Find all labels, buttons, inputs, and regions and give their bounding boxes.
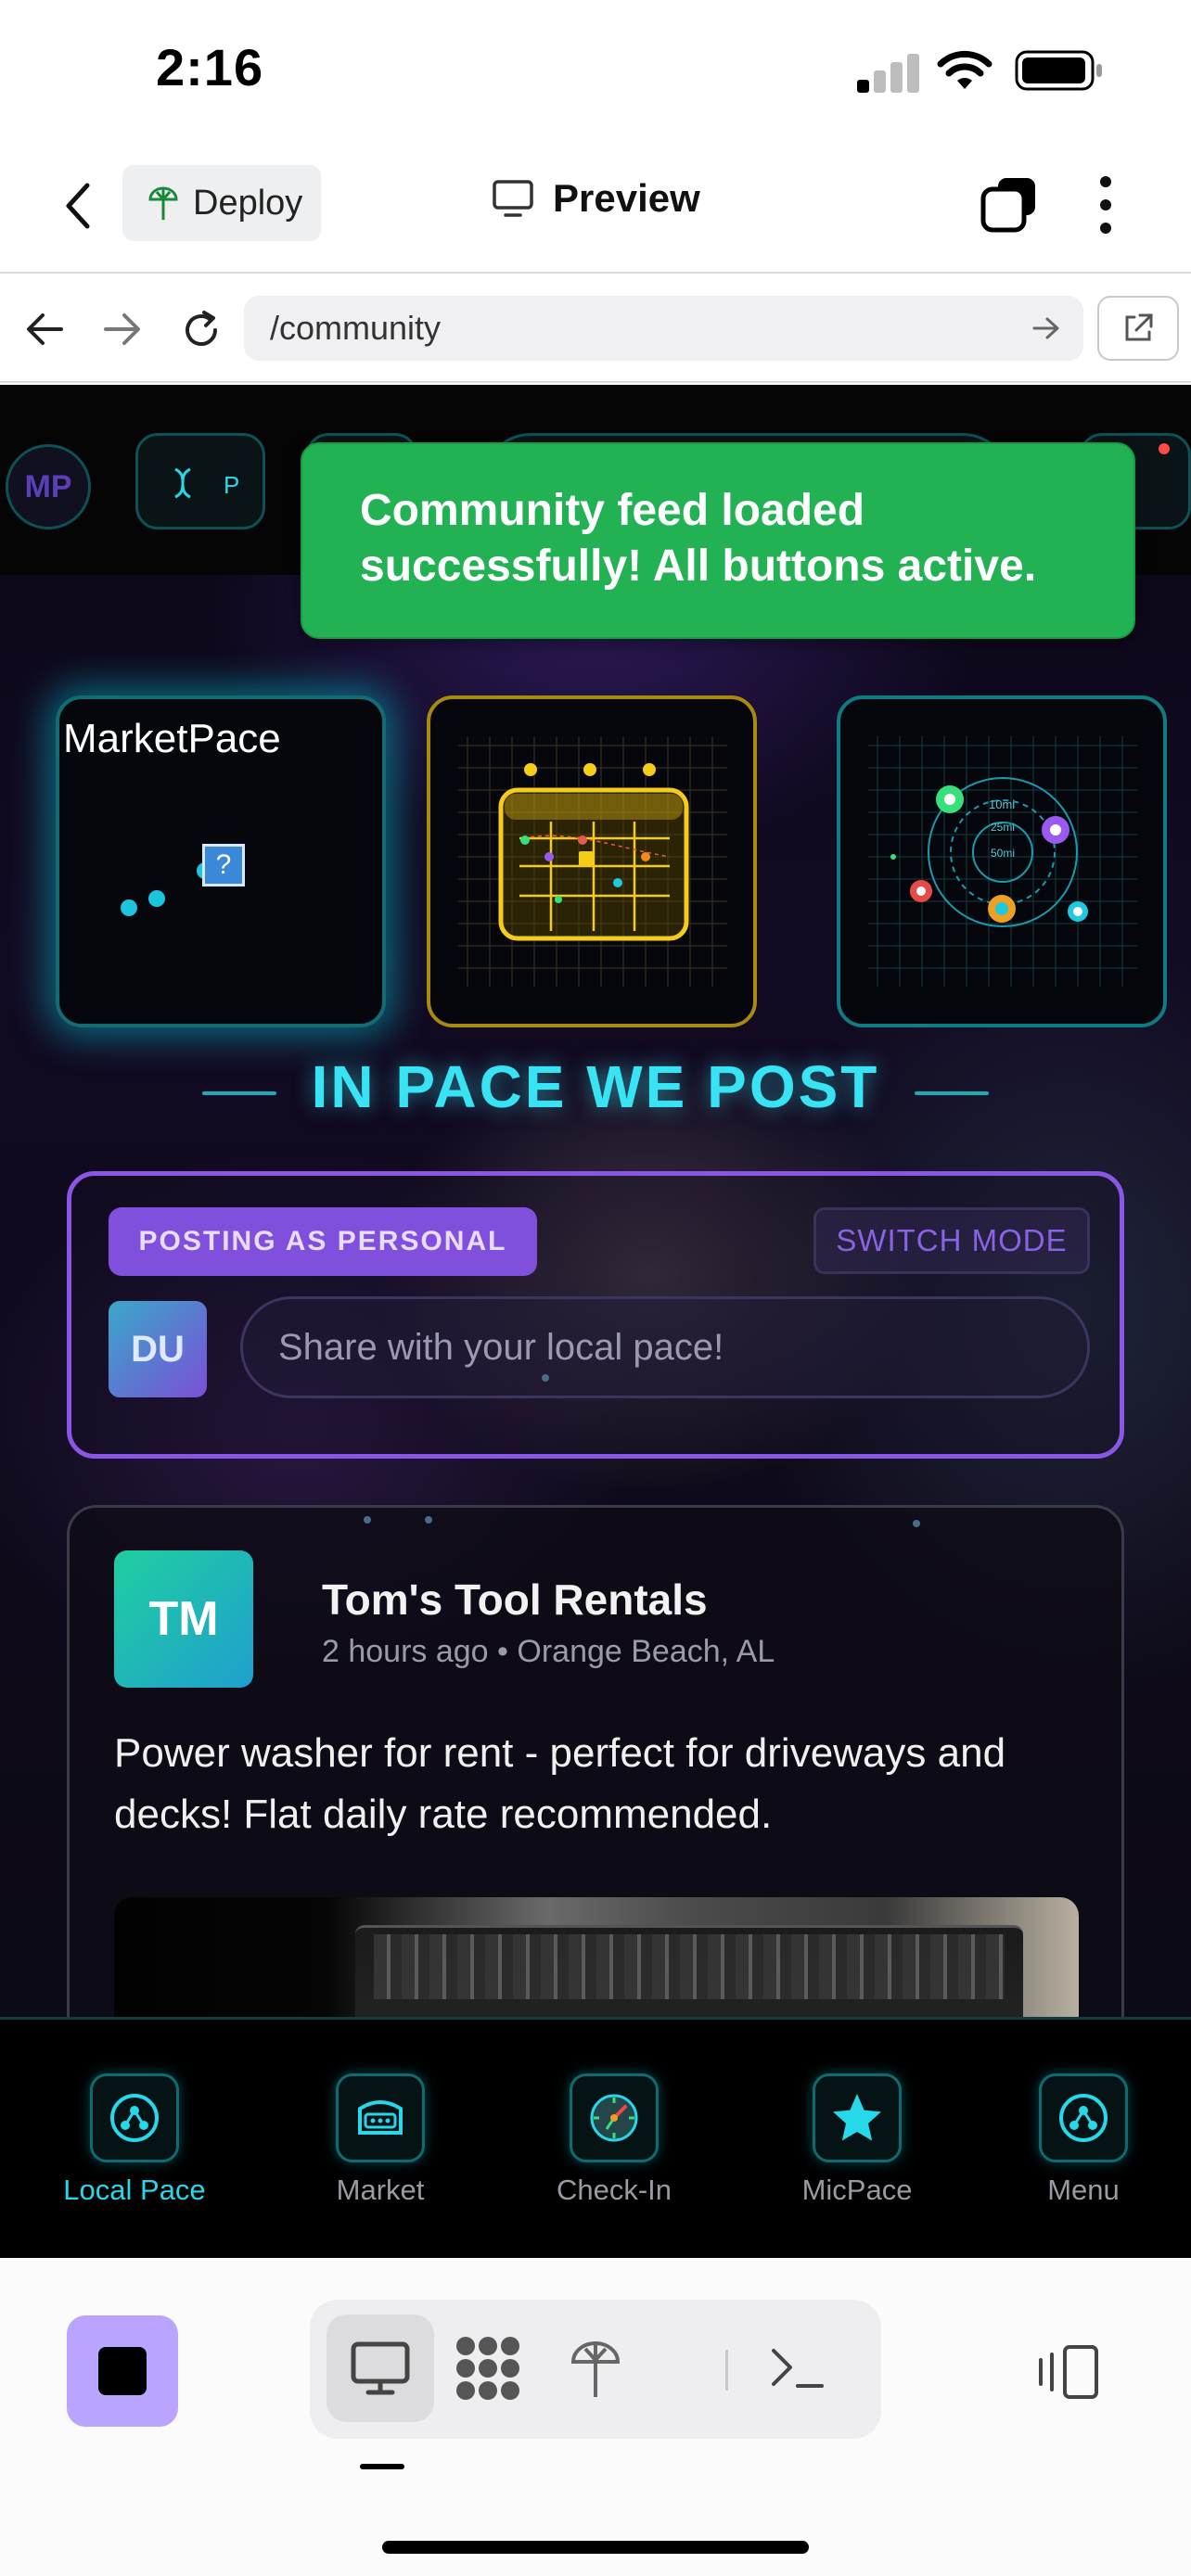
back-chevron-icon[interactable] [59,178,96,234]
network-icon [1039,2073,1128,2162]
logo-badge[interactable]: MP [6,444,91,529]
notification-dot [1159,443,1170,454]
console-view-button[interactable] [744,2315,852,2422]
tab-menu[interactable]: Menu [991,2073,1176,2207]
post-author[interactable]: Tom's Tool Rentals [322,1575,708,1625]
network-icon [90,2073,179,2162]
status-time: 2:16 [156,38,264,96]
post-location: Orange Beach, AL [517,1634,775,1669]
deploy-icon [148,186,178,220]
go-arrow-icon[interactable] [1032,316,1060,340]
reload-icon[interactable] [178,307,224,353]
nav-pill-button[interactable]: P [135,433,265,529]
browser-bar: /community [0,274,1191,383]
web-content: MP P Community feed loaded successfully!… [0,385,1191,2017]
storefront-icon [336,2073,425,2162]
share-input[interactable]: Share with your local pace! [240,1296,1090,1398]
particle-dot [364,1516,371,1524]
nav-pill-letter: P [224,471,240,499]
posting-mode-badge: POSTING AS PERSONAL [109,1207,537,1276]
url-field[interactable]: /community [244,296,1083,361]
post-time: 2 hours ago [322,1634,489,1669]
meta-separator: • [497,1634,518,1669]
deploy-view-button[interactable] [542,2315,649,2422]
toast-text: Community feed loaded successfully! All … [360,486,1037,591]
url-text: /community [270,309,442,347]
stop-button[interactable] [67,2315,178,2427]
app-header: Deploy Preview [0,139,1191,274]
monitor-icon [351,2341,410,2395]
help-icon: ? [202,844,245,886]
logo-text: MP [24,469,72,504]
radar-label-25mi: 25mi [991,821,1015,834]
title-divider-right [915,1091,989,1095]
status-bar: 2:16 [0,0,1191,139]
tabs-switcher-icon[interactable] [980,174,1039,234]
post-image[interactable] [114,1897,1079,2017]
glow-dot [121,899,137,916]
toolbar-divider [725,2350,728,2391]
apps-view-button[interactable] [434,2315,542,2422]
bottom-tab-bar: Local Pace Market Check-In MicPace Menu [0,2017,1191,2258]
preview-title: Preview [492,176,700,221]
tab-market[interactable]: Market [288,2073,473,2207]
post-meta: 2 hours ago • Orange Beach, AL [322,1634,775,1670]
post-body: Power washer for rent - perfect for driv… [114,1730,1006,1837]
home-indicator [382,2541,809,2554]
signal-icon [857,54,920,93]
monitor-icon [493,180,533,217]
stop-icon [98,2347,147,2395]
tab-local-pace[interactable]: Local Pace [42,2073,227,2207]
preview-label: Preview [553,176,700,220]
tab-label: Menu [1047,2174,1120,2206]
dna-icon [174,467,191,499]
deploy-label: Deploy [193,183,303,223]
calendar-tile[interactable] [427,695,757,1027]
user-avatar: DU [109,1301,207,1397]
wifi-icon [937,50,992,89]
external-link-icon [1125,313,1153,341]
deploy-button[interactable]: Deploy [122,165,321,241]
section-title: IN PACE WE POST [311,1053,880,1120]
terminal-icon [772,2349,824,2388]
battery-icon [1015,50,1102,91]
deploy-icon [570,2341,621,2397]
map-radar-tile[interactable]: 10mi 25mi 50mi [837,695,1167,1027]
particle-dot [913,1520,920,1527]
glow-dot [148,890,165,907]
post-image-toolbar [374,1934,1005,1999]
tab-check-in[interactable]: Check-In [521,2073,707,2207]
radar-label-10mi: 10mi [989,797,1015,811]
marketpace-tile[interactable]: MarketPace ? [56,695,386,1027]
calendar-icon [458,736,727,987]
star-icon [813,2073,902,2162]
workspace-toolbar [0,2258,1191,2576]
preview-view-button[interactable] [327,2315,434,2422]
layout-toggle-icon[interactable] [1035,2343,1102,2401]
radar-label-50mi: 50mi [991,847,1015,860]
compass-icon [570,2073,659,2162]
active-view-indicator [360,2464,404,2469]
marketpace-label: MarketPace [63,716,281,761]
post-card: TM Tom's Tool Rentals 2 hours ago • Oran… [67,1505,1124,2017]
browser-forward-icon[interactable] [102,311,143,348]
tab-label: Market [336,2174,425,2206]
grid-dots-icon [456,2337,519,2400]
particle-dot [542,1374,549,1382]
view-switcher [310,2300,881,2439]
open-external-button[interactable] [1097,296,1179,361]
browser-back-icon[interactable] [24,311,65,348]
radar-icon: 10mi 25mi 50mi [868,736,1137,987]
tab-micpace[interactable]: MicPace [764,2073,950,2207]
tab-label: Check-In [556,2174,672,2206]
success-toast: Community feed loaded successfully! All … [301,442,1135,639]
post-composer: POSTING AS PERSONAL SWITCH MODE DU Share… [67,1171,1124,1459]
switch-mode-button[interactable]: SWITCH MODE [813,1207,1090,1274]
tab-label: MicPace [801,2174,913,2206]
particle-dot [425,1516,432,1524]
author-avatar[interactable]: TM [114,1550,253,1688]
more-vertical-icon[interactable] [1095,172,1117,237]
tab-label: Local Pace [63,2174,206,2206]
